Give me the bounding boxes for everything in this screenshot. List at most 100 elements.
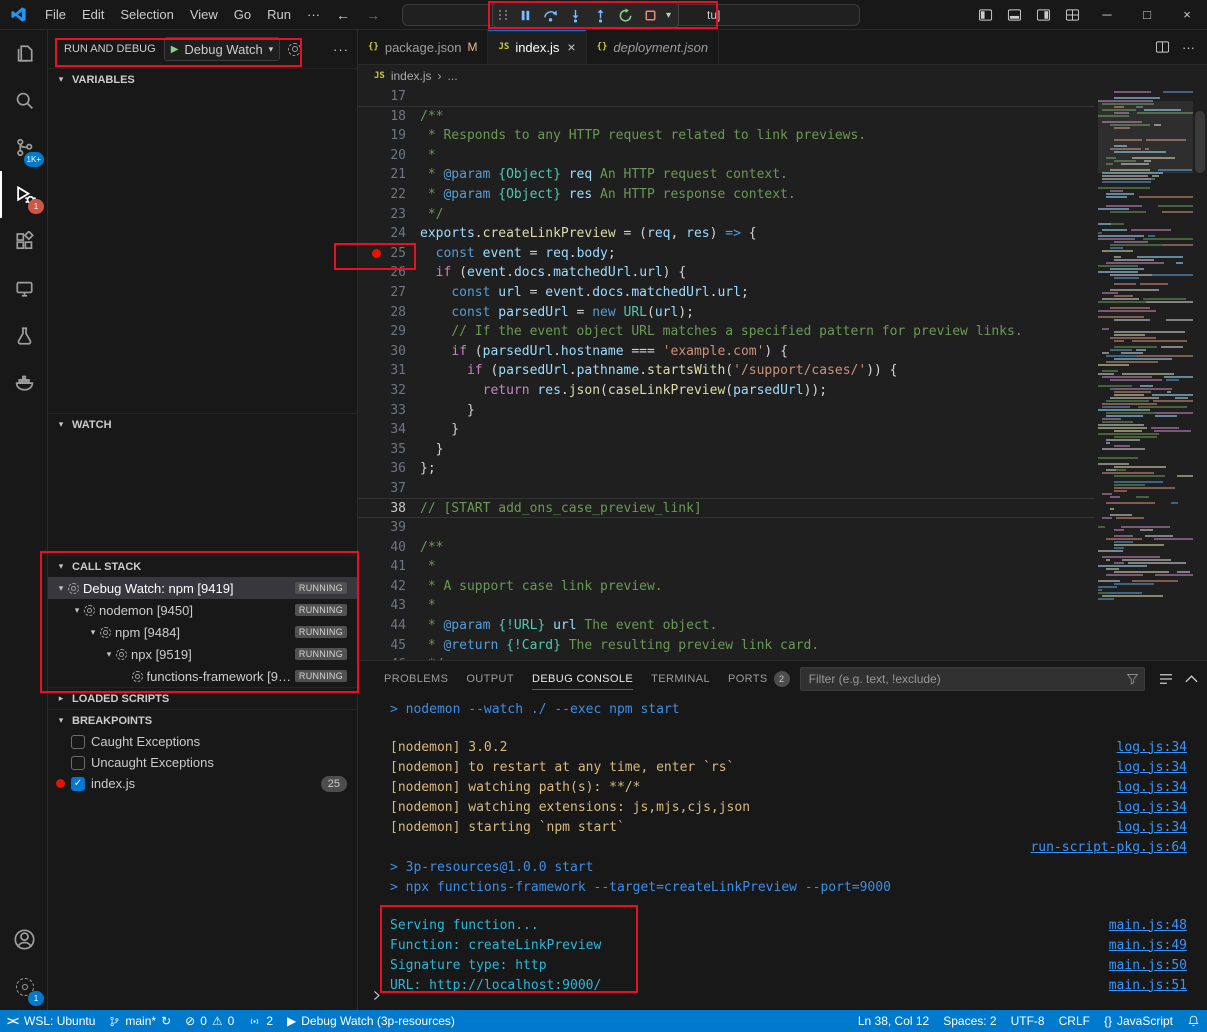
testing-icon[interactable] [0,312,47,359]
code-line[interactable]: 22 * @param {Object} res An HTTP respons… [358,185,1095,205]
toggle-secondary-sidebar-icon[interactable] [1029,0,1058,29]
code-line[interactable]: 26 if (event.docs.matchedUrl.url) { [358,263,1095,283]
source-link[interactable]: log.js:34 [1117,780,1187,795]
drag-handle-icon[interactable] [499,10,509,20]
console-output[interactable]: > nodemon --watch ./ --exec npm start[no… [358,699,1191,1010]
remote-explorer-icon[interactable] [0,265,47,312]
docker-icon[interactable] [0,359,47,406]
tab-problems[interactable]: PROBLEMS [376,661,456,696]
console-filter-input[interactable] [800,667,1145,691]
code-line[interactable]: 27 const url = event.docs.matchedUrl.url… [358,283,1095,303]
code-line[interactable]: 44 * @param {!URL} url The event object. [358,616,1095,636]
step-over-icon[interactable] [538,4,563,26]
language-mode[interactable]: {} JavaScript [1097,1010,1180,1032]
code-line[interactable]: 23 */ [358,205,1095,225]
tab-output[interactable]: OUTPUT [458,661,522,696]
tab-terminal[interactable]: TERMINAL [643,661,718,696]
tab-deployment-json[interactable]: {} deployment.json [587,30,720,64]
source-link[interactable]: main.js:51 [1109,978,1187,993]
forward-icon[interactable]: → [358,7,388,23]
stop-icon[interactable] [638,4,663,26]
source-link[interactable]: log.js:34 [1117,760,1187,775]
call-stack-item[interactable]: ▾npx [9519]RUNNING [48,643,357,665]
menu-run[interactable]: Run [259,4,299,26]
settings-gear-icon[interactable]: 1 [0,963,47,1010]
menu-edit[interactable]: Edit [74,4,112,26]
section-watch[interactable]: ▾ WATCH [48,413,357,435]
eol-status[interactable]: CRLF [1052,1010,1097,1032]
breadcrumb-file[interactable]: index.js [391,69,432,83]
code-line[interactable]: 33 } [358,401,1095,421]
extensions-icon[interactable] [0,218,47,265]
code-line[interactable]: 35 } [358,440,1095,460]
customize-layout-icon[interactable] [1058,0,1087,29]
notifications-bell-icon[interactable] [1180,1010,1207,1032]
section-breakpoints[interactable]: ▾ BREAKPOINTS [48,709,357,731]
code-line[interactable]: 43 * [358,596,1095,616]
pause-icon[interactable] [513,4,538,26]
code-line[interactable]: 24exports.createLinkPreview = (req, res)… [358,224,1095,244]
call-stack-item[interactable]: functions-framework [954...RUNNING [48,665,357,687]
code-line[interactable]: 17 [358,87,1095,107]
search-icon[interactable] [0,77,47,124]
toggle-panel-icon[interactable] [1000,0,1029,29]
git-branch-status[interactable]: main* ↻ [102,1010,178,1032]
restart-icon[interactable] [613,4,638,26]
source-link[interactable]: run-script-pkg.js:64 [1030,840,1187,855]
split-editor-icon[interactable] [1155,40,1170,54]
checkbox[interactable] [71,735,85,749]
call-stack-item[interactable]: ▾Debug Watch: npm [9419]RUNNING [48,577,357,599]
source-link[interactable]: main.js:48 [1109,918,1187,933]
section-call-stack[interactable]: ▾ CALL STACK [48,555,357,577]
source-link[interactable]: main.js:50 [1109,958,1187,973]
step-into-icon[interactable] [563,4,588,26]
code-line[interactable]: 40/** [358,538,1095,558]
tab-index-js[interactable]: JS index.js × [488,30,586,64]
back-icon[interactable]: ← [328,7,358,23]
debug-session-status[interactable]: ▶ Debug Watch (3p-resources) [280,1010,462,1032]
tab-package-json[interactable]: {} package.json M [358,30,488,64]
minimize-icon[interactable]: ─ [1087,0,1127,29]
code-line[interactable]: 28 const parsedUrl = new URL(url); [358,303,1095,323]
minimap-slider[interactable] [1098,101,1193,173]
maximize-icon[interactable]: □ [1127,0,1167,29]
breadcrumb-more[interactable]: ... [448,69,458,83]
code-editor[interactable]: 1718/**19 * Responds to any HTTP request… [358,87,1207,660]
explorer-icon[interactable] [0,30,47,77]
code-line[interactable]: 34 } [358,420,1095,440]
call-stack-item[interactable]: ▾nodemon [9450]RUNNING [48,599,357,621]
remote-indicator[interactable]: >< WSL: Ubuntu [0,1010,102,1032]
code-line[interactable]: 45 * @return {!Card} The resulting previ… [358,636,1095,656]
code-line[interactable]: 21 * @param {Object} req An HTTP request… [358,165,1095,185]
code-line[interactable]: 19 * Responds to any HTTP request relate… [358,126,1095,146]
breakpoint-item[interactable]: Caught Exceptions [48,731,357,752]
tab-debug-console[interactable]: DEBUG CONSOLE [524,661,641,696]
menu-selection[interactable]: Selection [112,4,181,26]
editor-more-icon[interactable]: ··· [1182,40,1195,55]
debug-settings-gear-icon[interactable] [288,43,301,56]
menu-view[interactable]: View [182,4,226,26]
tab-ports[interactable]: PORTS 2 [720,661,798,696]
run-and-debug-icon[interactable]: 1 [0,171,47,218]
code-line[interactable]: 38// [START add_ons_case_preview_link] [358,498,1095,518]
problems-status[interactable]: ⊘ 0 ⚠ 0 [178,1010,241,1032]
code-line[interactable]: 18/** [358,107,1095,127]
code-line[interactable]: 41 * [358,557,1095,577]
menu-file[interactable]: File [37,4,74,26]
section-loaded-scripts[interactable]: ▸ LOADED SCRIPTS [48,687,357,709]
code-line[interactable]: 25 const event = req.body; [358,244,1095,264]
call-stack-item[interactable]: ▾npm [9484]RUNNING [48,621,357,643]
section-variables[interactable]: ▾ VARIABLES [48,68,357,90]
toggle-sidebar-icon[interactable] [971,0,1000,29]
code-line[interactable]: 39 [358,518,1095,538]
word-wrap-icon[interactable] [1159,673,1173,685]
code-line[interactable]: 20 * [358,146,1095,166]
breadcrumb[interactable]: JS index.js › ... [358,65,1207,87]
code-line[interactable]: 36}; [358,459,1095,479]
code-line[interactable]: 37 [358,479,1095,499]
views-more-icon[interactable]: ··· [333,42,349,57]
checkbox[interactable]: ✓ [71,777,85,791]
forwarded-ports-status[interactable]: 2 [241,1010,280,1032]
cursor-position[interactable]: Ln 38, Col 12 [851,1010,936,1032]
code-line[interactable]: 32 return res.json(caseLinkPreview(parse… [358,381,1095,401]
